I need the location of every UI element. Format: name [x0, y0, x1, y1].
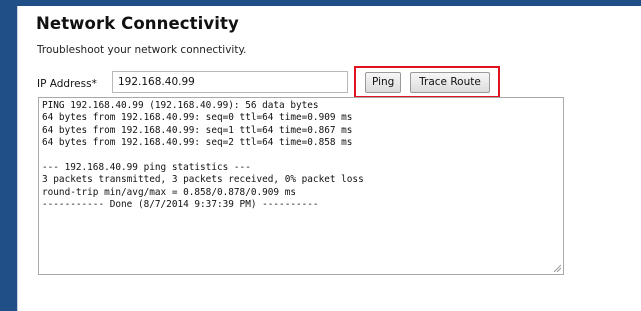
ip-address-label: IP Address* [37, 78, 97, 90]
ip-address-input[interactable] [112, 71, 348, 93]
resize-grip-icon[interactable] [553, 264, 561, 272]
output-text: PING 192.168.40.99 (192.168.40.99): 56 d… [42, 100, 364, 211]
output-textarea[interactable]: PING 192.168.40.99 (192.168.40.99): 56 d… [38, 97, 564, 275]
network-connectivity-panel: Network Connectivity Troubleshoot your n… [17, 6, 641, 311]
ping-button[interactable]: Ping [365, 72, 401, 93]
trace-route-button[interactable]: Trace Route [410, 72, 490, 93]
page-subtitle: Troubleshoot your network connectivity. [37, 44, 247, 56]
window-frame: Network Connectivity Troubleshoot your n… [0, 0, 641, 311]
page-title: Network Connectivity [36, 14, 239, 33]
